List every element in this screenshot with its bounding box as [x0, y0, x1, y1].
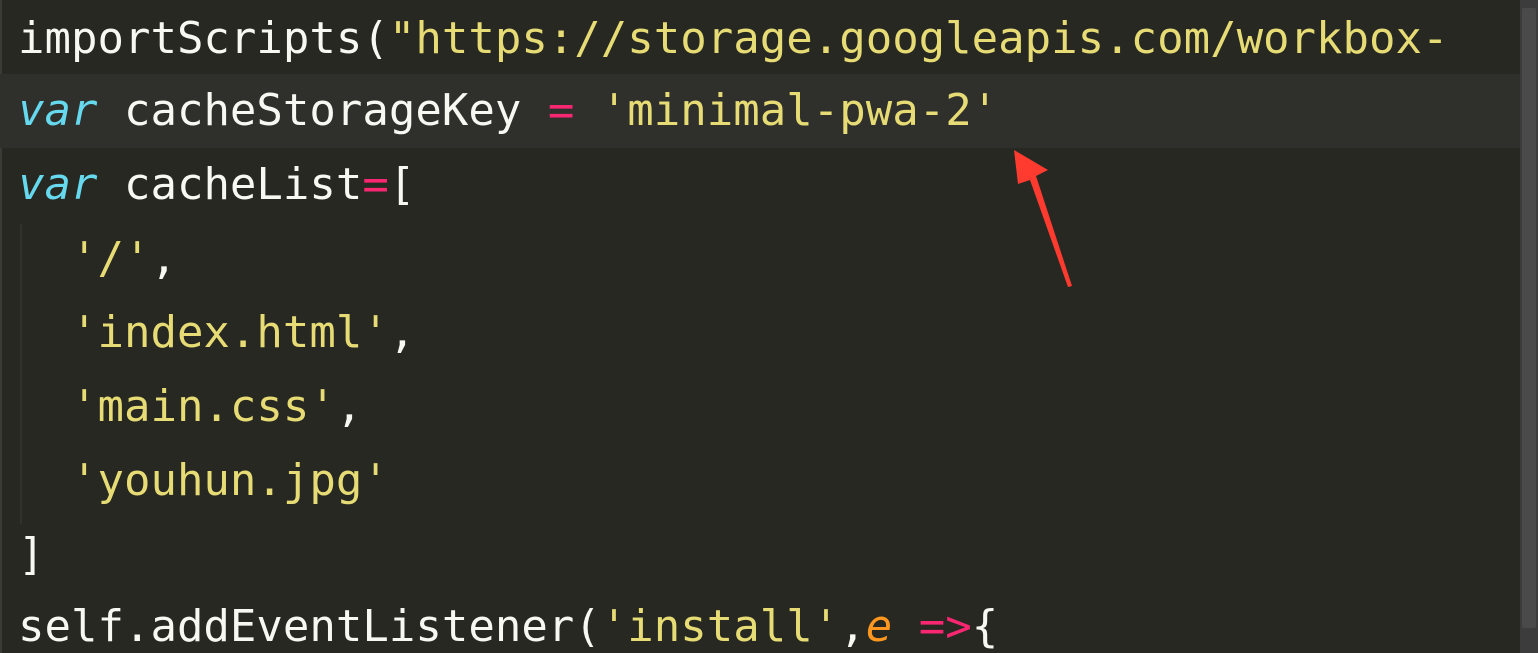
vertical-scrollbar[interactable] — [1520, 0, 1538, 653]
code-editor[interactable]: importScripts("https://storage.googleapi… — [0, 0, 1538, 653]
annotation-arrow-icon — [1014, 150, 1072, 287]
scrollbar-thumb[interactable] — [1522, 8, 1536, 628]
